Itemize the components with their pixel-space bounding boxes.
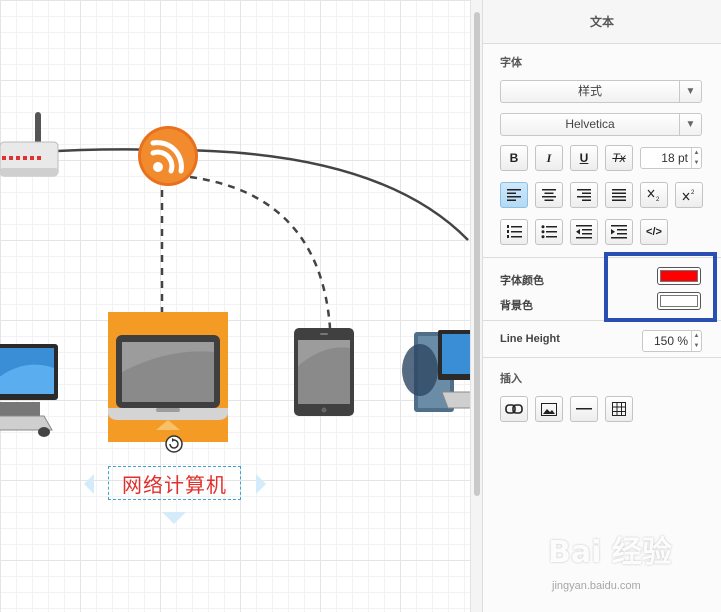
insert-link-button[interactable] xyxy=(500,396,528,422)
font-family-select[interactable]: Helvetica ▼ xyxy=(500,113,702,136)
insert-hr-button[interactable] xyxy=(570,396,598,422)
desktop-computer-icon[interactable] xyxy=(0,338,62,442)
html-code-button[interactable]: </> xyxy=(640,219,668,245)
stepper-icon[interactable]: ▲ ▼ xyxy=(691,148,701,168)
italic-button[interactable]: I xyxy=(535,145,563,171)
subscript-icon: 2 xyxy=(647,189,660,202)
bold-button[interactable]: B xyxy=(500,145,528,171)
style-select-value: 样式 xyxy=(577,84,602,98)
panel-tab-text[interactable]: 文本 xyxy=(483,0,721,44)
canvas-scrollbar[interactable] xyxy=(470,0,482,612)
ordered-list-icon xyxy=(507,225,522,238)
workstation-icon[interactable] xyxy=(400,322,470,418)
justify-button[interactable] xyxy=(605,182,633,208)
font-family-value: Helvetica xyxy=(565,117,615,131)
align-left-button[interactable] xyxy=(500,182,528,208)
svg-text:2: 2 xyxy=(656,197,660,202)
align-center-button[interactable] xyxy=(535,182,563,208)
router-icon[interactable] xyxy=(0,110,62,182)
superscript-icon: 2 xyxy=(682,190,695,201)
chevron-down-icon: ▼ xyxy=(679,81,701,102)
dashed-connector-tablet xyxy=(189,175,332,329)
align-right-button[interactable] xyxy=(570,182,598,208)
watermark-url: jingyan.baidu.com xyxy=(552,580,641,592)
font-section-title: 字体 xyxy=(500,57,522,69)
laptop-node-selected[interactable] xyxy=(108,312,228,442)
image-icon xyxy=(541,402,557,416)
underline-button[interactable]: U xyxy=(570,145,598,171)
indent-icon xyxy=(611,225,627,239)
stepper-icon[interactable]: ▲ ▼ xyxy=(691,331,701,351)
outdent-icon xyxy=(576,225,592,239)
line-height-label: Line Height xyxy=(500,333,560,345)
align-left-icon xyxy=(507,189,521,201)
font-color-label: 字体颜色 xyxy=(500,275,544,287)
subscript-button[interactable]: 2 xyxy=(640,182,668,208)
code-icon: </> xyxy=(646,226,662,238)
bullet-list-icon xyxy=(541,225,557,239)
chevron-down-icon: ▼ xyxy=(679,114,701,135)
insert-image-button[interactable] xyxy=(535,396,563,422)
scrollbar-thumb[interactable] xyxy=(474,12,480,496)
curved-connector xyxy=(39,148,469,241)
link-icon xyxy=(505,404,523,414)
align-right-icon xyxy=(577,189,591,201)
justify-icon xyxy=(612,189,626,201)
outdent-button[interactable] xyxy=(570,219,598,245)
insert-table-button[interactable] xyxy=(605,396,633,422)
superscript-button[interactable]: 2 xyxy=(675,182,703,208)
rss-icon[interactable] xyxy=(138,126,200,188)
horizontal-rule-icon xyxy=(576,408,592,410)
style-select[interactable]: 样式 ▼ xyxy=(500,80,702,103)
clear-format-button[interactable]: Tx xyxy=(605,145,633,171)
rotate-handle-icon[interactable] xyxy=(164,434,184,454)
section-divider xyxy=(483,357,721,358)
table-icon xyxy=(612,402,626,416)
laptop-icon xyxy=(108,335,228,430)
line-height-input[interactable]: 150 % ▲ ▼ xyxy=(642,330,702,352)
svg-text:2: 2 xyxy=(691,190,695,196)
bullet-list-button[interactable] xyxy=(535,219,563,245)
tablet-icon[interactable] xyxy=(294,328,356,418)
annotation-highlight-box xyxy=(604,252,717,322)
ordered-list-button[interactable] xyxy=(500,219,528,245)
watermark-logo: Bai 经验 xyxy=(548,535,672,570)
bg-color-label: 背景色 xyxy=(500,300,533,312)
indent-button[interactable] xyxy=(605,219,633,245)
diagram-canvas[interactable]: 网络计算机 xyxy=(0,0,470,612)
align-center-icon xyxy=(542,189,556,201)
insert-section-title: 插入 xyxy=(500,373,522,385)
font-size-input[interactable]: 18 pt ▲ ▼ xyxy=(640,147,702,169)
node-text-label[interactable]: 网络计算机 xyxy=(108,466,241,500)
line-height-value: 150 % xyxy=(653,334,688,348)
font-size-value: 18 pt xyxy=(661,151,688,165)
